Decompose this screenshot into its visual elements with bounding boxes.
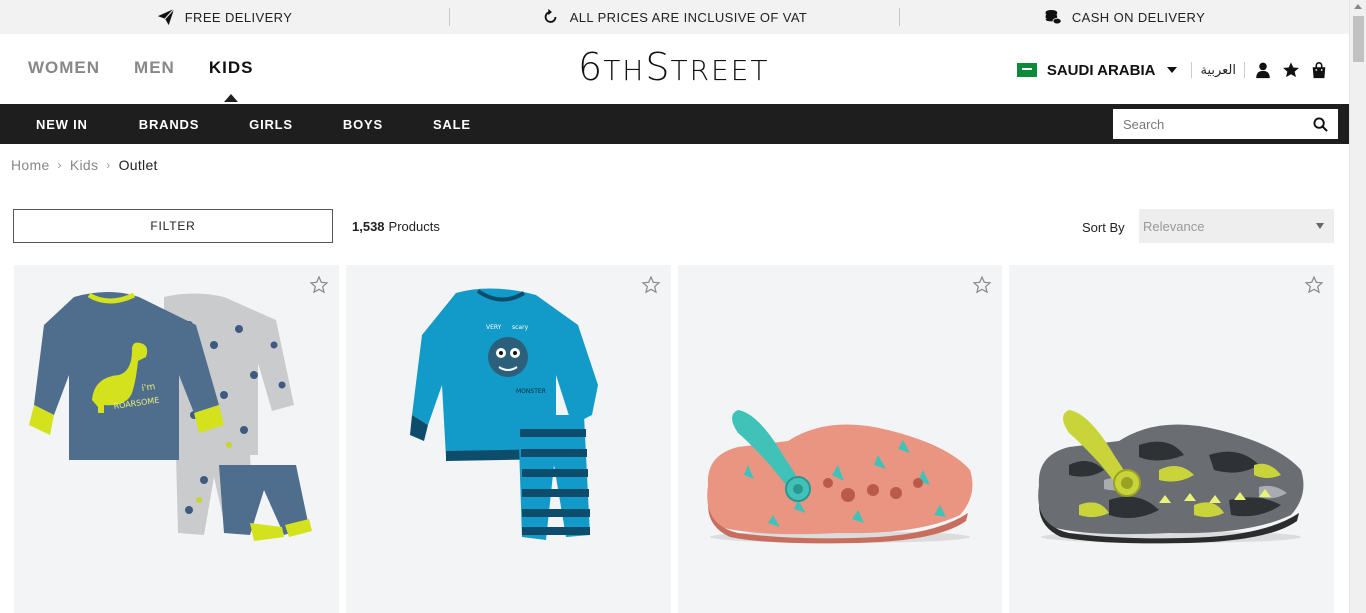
chevron-down-icon[interactable]: [1167, 67, 1178, 73]
product-image-coral-clog[interactable]: [678, 265, 1003, 613]
product-card[interactable]: [677, 265, 1003, 613]
wishlist-star-icon[interactable]: [309, 275, 329, 295]
promo-bar: FREE DELIVERY ALL PRICES ARE INCLUSIVE O…: [0, 0, 1349, 34]
svg-text:scary: scary: [512, 324, 529, 331]
scrollbar-thumb[interactable]: [1353, 16, 1364, 62]
saudi-flag-icon[interactable]: [1016, 63, 1037, 77]
product-card[interactable]: [1009, 265, 1334, 613]
logo-part: 6: [578, 45, 604, 89]
svg-text:i'm: i'm: [141, 382, 156, 394]
logo-part: S: [645, 45, 671, 89]
filter-button[interactable]: FILTER: [13, 209, 333, 243]
paper-plane-icon: [157, 8, 175, 26]
product-count-number: 1,538: [352, 219, 385, 234]
user-icon[interactable]: [1253, 60, 1273, 80]
shopping-bag-icon[interactable]: [1309, 60, 1329, 80]
tab-women[interactable]: WOMEN: [28, 58, 100, 78]
nav-boys[interactable]: BOYS: [343, 117, 383, 132]
nav-sale[interactable]: SALE: [433, 117, 471, 132]
gender-nav: WOMEN MEN KIDS: [28, 58, 254, 102]
sort-select-value: Relevance: [1143, 218, 1205, 234]
country-selector[interactable]: SAUDI ARABIA: [1047, 62, 1156, 79]
search-icon[interactable]: [1313, 116, 1328, 132]
search-input[interactable]: [1123, 116, 1313, 132]
category-nav: NEW IN BRANDS GIRLS BOYS SALE: [0, 104, 1349, 144]
product-count-label: Products: [388, 219, 440, 234]
tab-men[interactable]: MEN: [134, 58, 175, 78]
coins-icon: [1045, 9, 1062, 25]
product-card[interactable]: VERY scary MONSTER: [345, 265, 671, 613]
page-scrollbar[interactable]: [1349, 0, 1366, 613]
logo-part: TREET: [670, 54, 770, 87]
chevron-up-icon[interactable]: [1354, 4, 1362, 9]
svg-text:VERY: VERY: [486, 324, 502, 331]
promo-vat: ALL PRICES ARE INCLUSIVE OF VAT: [450, 0, 899, 34]
search-box: [1113, 109, 1338, 139]
rotate-icon: [544, 8, 557, 23]
breadcrumb: Home › Kids › Outlet: [11, 157, 158, 173]
logo-part: TH: [603, 54, 646, 87]
product-image-camo-clog[interactable]: [1009, 265, 1334, 613]
category-nav-items: NEW IN BRANDS GIRLS BOYS SALE: [36, 104, 471, 144]
nav-brands[interactable]: BRANDS: [139, 117, 199, 132]
language-switch[interactable]: العربية: [1200, 63, 1236, 78]
tab-kids[interactable]: KIDS: [209, 58, 254, 102]
promo-free-delivery: FREE DELIVERY: [0, 0, 449, 34]
star-icon[interactable]: [1281, 60, 1301, 80]
breadcrumb-outlet: Outlet: [118, 157, 158, 173]
wishlist-star-icon[interactable]: [641, 275, 661, 295]
sort-select[interactable]: Relevance: [1139, 209, 1334, 243]
nav-new-in[interactable]: NEW IN: [36, 117, 88, 132]
chevron-down-icon: [1316, 223, 1324, 229]
wishlist-star-icon[interactable]: [1304, 275, 1324, 295]
divider: [1244, 62, 1245, 78]
svg-text:MONSTER: MONSTER: [516, 388, 546, 395]
product-count: 1,538 Products: [352, 219, 440, 234]
product-image-monster-pyjamas[interactable]: VERY scary MONSTER: [346, 265, 671, 613]
header: WOMEN MEN KIDS 6THSTREET SAUDI ARABIA ال…: [0, 34, 1349, 104]
promo-label: CASH ON DELIVERY: [1071, 9, 1206, 25]
sort-by-label: Sort By: [1082, 220, 1125, 235]
product-grid: i'm ROARSOME VERY scary MONSTER: [14, 265, 1334, 613]
breadcrumb-kids[interactable]: Kids: [70, 157, 98, 173]
page: FREE DELIVERY ALL PRICES ARE INCLUSIVE O…: [0, 0, 1366, 613]
divider: [1191, 62, 1193, 78]
product-card[interactable]: i'm ROARSOME: [14, 265, 339, 613]
chevron-right-icon: ›: [106, 158, 111, 172]
header-actions: SAUDI ARABIA العربية: [1016, 60, 1329, 80]
wishlist-star-icon[interactable]: [972, 275, 992, 295]
breadcrumb-home[interactable]: Home: [11, 157, 50, 173]
promo-label: ALL PRICES ARE INCLUSIVE OF VAT: [569, 9, 808, 25]
chevron-right-icon: ›: [57, 158, 62, 172]
product-image-dinosaur-pyjamas[interactable]: i'm ROARSOME: [14, 265, 339, 613]
nav-girls[interactable]: GIRLS: [249, 117, 293, 132]
promo-cod: CASH ON DELIVERY: [900, 0, 1349, 34]
logo[interactable]: 6THSTREET: [578, 48, 770, 86]
promo-label: FREE DELIVERY: [184, 9, 293, 25]
